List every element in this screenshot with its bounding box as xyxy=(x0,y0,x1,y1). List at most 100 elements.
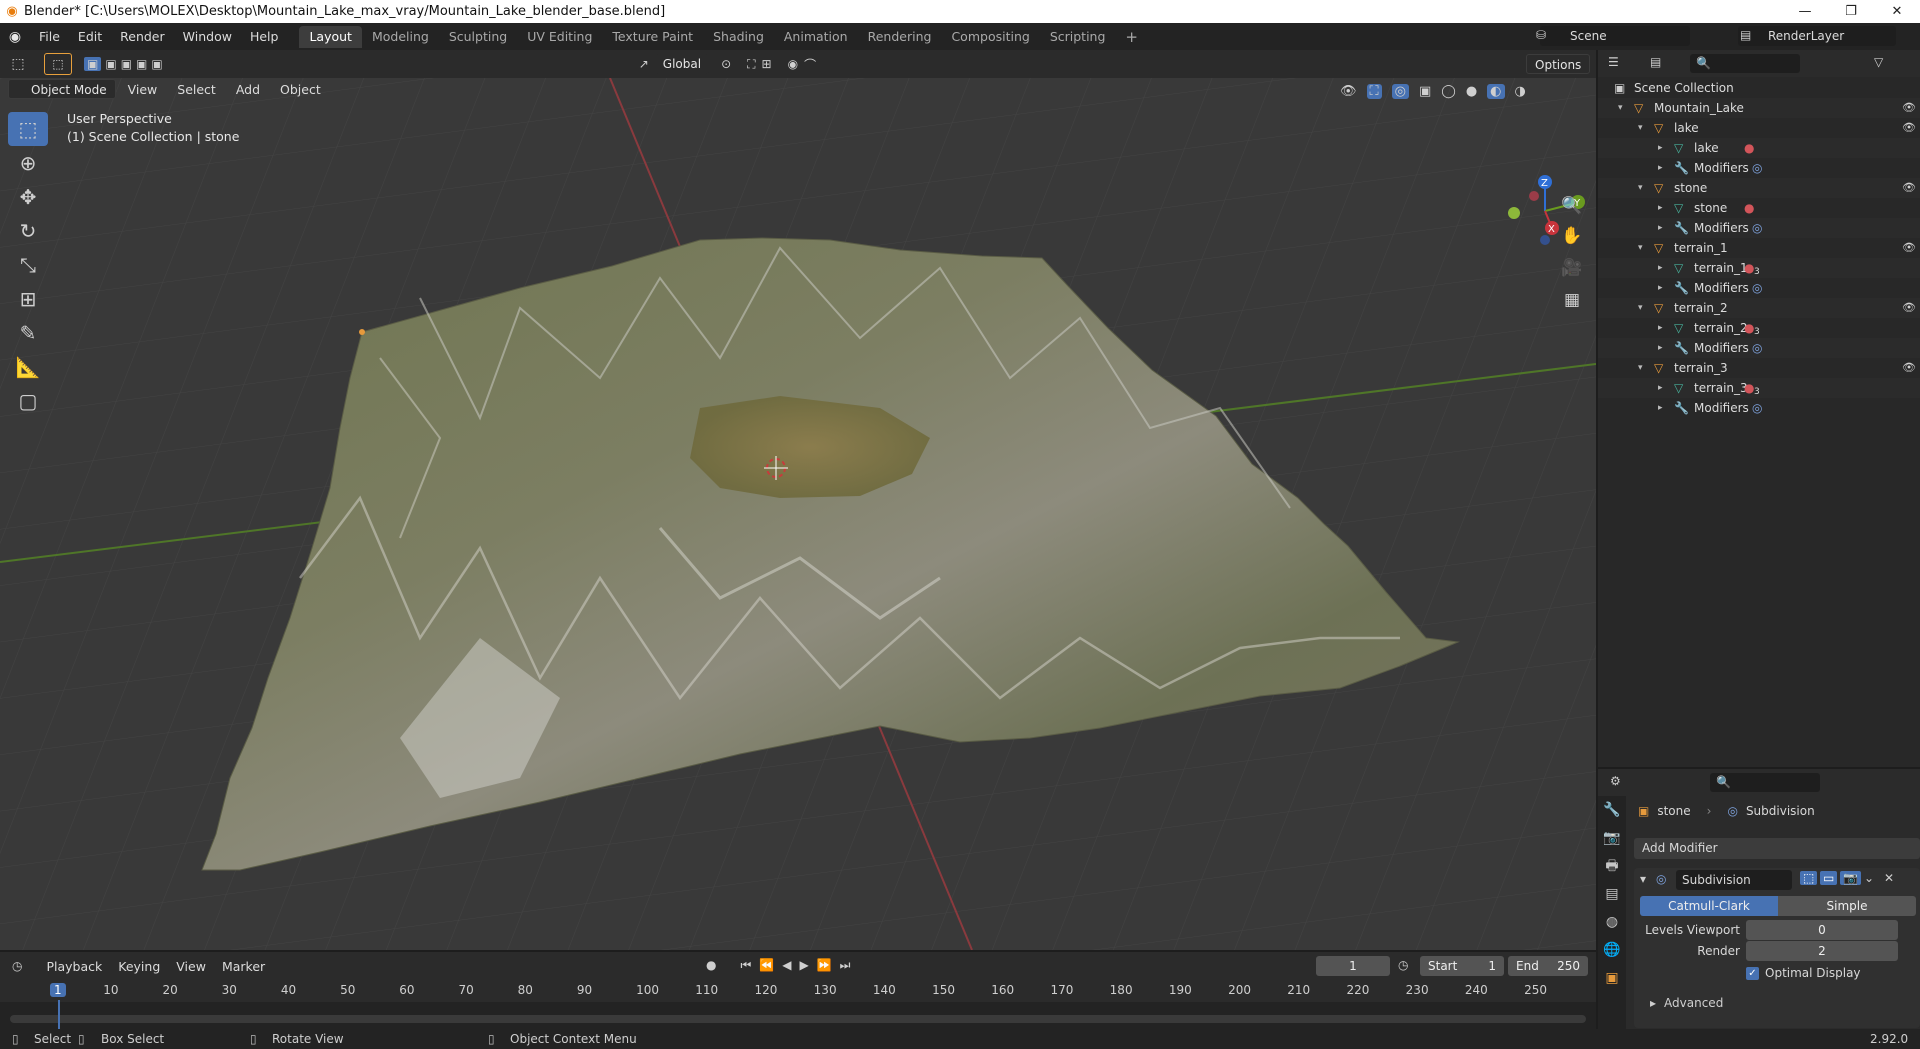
remove-modifier-icon[interactable]: ✕ xyxy=(1884,871,1894,885)
mode-invert-icon[interactable]: ▣ xyxy=(136,57,147,71)
gizmo-toggle-icon[interactable]: ⛶ xyxy=(1366,84,1382,99)
menu-add[interactable]: Add xyxy=(228,82,268,97)
mode-new-icon[interactable]: ▣ xyxy=(84,57,102,71)
expand-arrow-icon[interactable]: ▸ xyxy=(1658,258,1663,278)
scale-tool-icon[interactable]: ⤡ xyxy=(8,248,48,282)
modifier-type-icon[interactable]: ◎ xyxy=(1752,398,1762,418)
proportional-edit-icon[interactable]: ◉ xyxy=(788,57,798,71)
outliner-row[interactable]: ▸ ▽ stone ● xyxy=(1598,198,1920,218)
object-tab-icon[interactable]: ▣ xyxy=(1598,964,1626,992)
pan-hand-icon[interactable]: ✋ xyxy=(1555,226,1589,254)
expand-arrow-icon[interactable]: ▸ xyxy=(1658,398,1663,418)
viewport-toggle-icon[interactable]: ▭ xyxy=(1820,871,1838,885)
expand-arrow-icon[interactable]: ▸ xyxy=(1658,218,1663,238)
add-modifier-button[interactable]: Add Modifier xyxy=(1634,838,1920,859)
expand-arrow-icon[interactable]: ▸ xyxy=(1658,138,1663,158)
tab-sculpting[interactable]: Sculpting xyxy=(439,26,517,48)
current-frame-indicator[interactable]: 1 xyxy=(50,983,66,997)
menu-edit[interactable]: Edit xyxy=(69,29,111,44)
restore-button[interactable]: ❐ xyxy=(1828,0,1874,23)
expand-arrow-icon[interactable]: ▾ xyxy=(1638,298,1643,318)
expand-arrow-icon[interactable]: ▾ xyxy=(1638,238,1643,258)
start-frame-field[interactable]: Start 1 xyxy=(1420,956,1504,976)
tab-rendering[interactable]: Rendering xyxy=(858,26,942,48)
pivot-icon[interactable]: ⊙ xyxy=(721,57,731,71)
expand-arrow-icon[interactable]: ▸ xyxy=(1658,158,1663,178)
material-icon[interactable]: ● xyxy=(1744,138,1754,158)
filter-icon[interactable]: ▽ xyxy=(1874,55,1883,69)
outliner-row[interactable]: ▾ ▽ terrain_2 👁 xyxy=(1598,298,1920,318)
transform-tool-icon[interactable]: ⊞ xyxy=(8,282,48,316)
playhead-line[interactable] xyxy=(58,1000,60,1029)
snap-icon[interactable]: ⛶ xyxy=(747,57,755,72)
mode-subtract-icon[interactable]: ▣ xyxy=(121,57,132,71)
material-icon[interactable]: ● xyxy=(1744,378,1754,398)
rotate-tool-icon[interactable]: ↻ xyxy=(8,214,48,248)
panel-collapse-icon[interactable]: ▾ xyxy=(1640,872,1646,886)
visibility-eye-icon[interactable]: 👁 xyxy=(1902,298,1916,318)
modifier-type-icon[interactable]: ◎ xyxy=(1752,218,1762,238)
tab-texture-paint[interactable]: Texture Paint xyxy=(602,26,703,48)
expand-arrow-icon[interactable]: ▸ xyxy=(1658,278,1663,298)
edit-mode-toggle-icon[interactable]: ⬚ xyxy=(1800,871,1818,885)
outliner-row[interactable]: ▾ ▽ lake 👁 xyxy=(1598,118,1920,138)
outliner-row[interactable]: ▾ ▽ terrain_3 👁 xyxy=(1598,358,1920,378)
visibility-eye-icon[interactable]: 👁 xyxy=(1902,118,1916,138)
visibility-icon[interactable]: 👁 xyxy=(1340,84,1357,99)
expand-arrow-icon[interactable]: ▸ xyxy=(1658,198,1663,218)
select-tool-icon[interactable]: ⬚ xyxy=(44,53,72,75)
select-box-tool-icon[interactable]: ⬚ xyxy=(8,112,48,146)
ortho-toggle-icon[interactable]: ▦ xyxy=(1555,290,1589,318)
clock-icon[interactable]: ◷ xyxy=(1398,958,1408,972)
modifier-type-icon[interactable]: ◎ xyxy=(1752,278,1762,298)
menu-file[interactable]: File xyxy=(30,29,69,44)
outliner-row[interactable]: ▣ Scene Collection xyxy=(1598,78,1920,98)
catmull-clark-button[interactable]: Catmull-Clark xyxy=(1640,896,1778,916)
next-keyframe-icon[interactable]: ⏩ xyxy=(817,958,832,973)
properties-editor-icon[interactable]: ⚙ xyxy=(1610,774,1621,788)
outliner-row[interactable]: ▸ 🔧 Modifiers ◎ xyxy=(1598,218,1920,238)
measure-tool-icon[interactable]: 📐 xyxy=(8,350,48,384)
zoom-icon[interactable]: 🔍 xyxy=(1555,196,1589,224)
jump-end-icon[interactable]: ⏭ xyxy=(840,958,851,973)
record-icon[interactable]: ● xyxy=(706,958,716,973)
world-tab-icon[interactable]: 🌐 xyxy=(1598,936,1626,964)
solid-shading-icon[interactable]: ● xyxy=(1466,84,1477,99)
simple-button[interactable]: Simple xyxy=(1778,896,1916,916)
expand-arrow-icon[interactable]: ▾ xyxy=(1618,98,1623,118)
material-icon[interactable]: ● xyxy=(1744,198,1754,218)
xray-icon[interactable]: ▣ xyxy=(1419,84,1431,99)
end-frame-field[interactable]: End 250 xyxy=(1508,956,1588,976)
close-window-button[interactable]: ✕ xyxy=(1874,0,1920,23)
play-reverse-icon[interactable]: ◀ xyxy=(782,958,791,973)
snap-target-icon[interactable]: ⊞ xyxy=(762,57,772,71)
modifier-menu-icon[interactable]: ⌄ xyxy=(1864,871,1874,885)
properties-search-input[interactable]: 🔍 xyxy=(1710,773,1820,792)
tool-tab-icon[interactable]: 🔧 xyxy=(1598,796,1626,824)
wireframe-shading-icon[interactable]: ◯ xyxy=(1441,84,1456,99)
menu-help[interactable]: Help xyxy=(241,29,288,44)
timeline-area[interactable]: 1 10 20 30 40 50 60 70 80 90 100 110 120 130 140 150 160… xyxy=(0,980,1596,1029)
outliner-row[interactable]: ▸ 🔧 Modifiers ◎ xyxy=(1598,158,1920,178)
modifier-type-icon[interactable]: ◎ xyxy=(1752,158,1762,178)
output-tab-icon[interactable]: 🖶 xyxy=(1598,852,1626,880)
options-button[interactable]: Options xyxy=(1526,54,1591,74)
render-toggle-icon[interactable]: 📷 xyxy=(1840,871,1861,885)
tab-compositing[interactable]: Compositing xyxy=(941,26,1039,48)
timeline-editor-icon[interactable]: ◷ xyxy=(12,959,22,973)
outliner-row[interactable]: ▾ ▽ stone 👁 xyxy=(1598,178,1920,198)
add-workspace-button[interactable]: + xyxy=(1115,26,1148,48)
menu-marker[interactable]: Marker xyxy=(214,959,273,974)
scene-tab-icon[interactable]: ◍ xyxy=(1598,908,1626,936)
outliner-search-input[interactable]: 🔍 xyxy=(1690,54,1800,73)
rendered-shading-icon[interactable]: ◑ xyxy=(1515,84,1526,99)
material-icon[interactable]: ● xyxy=(1744,318,1754,338)
outliner-row[interactable]: ▸ 🔧 Modifiers ◎ xyxy=(1598,338,1920,358)
expand-arrow-icon[interactable]: ▸ xyxy=(1658,378,1663,398)
outliner-row[interactable]: ▾ ▽ Mountain_Lake 👁 xyxy=(1598,98,1920,118)
tab-modeling[interactable]: Modeling xyxy=(362,26,439,48)
outliner-row[interactable]: ▸ ▽ terrain_1 ● 3 xyxy=(1598,258,1920,278)
menu-object[interactable]: Object xyxy=(272,82,329,97)
transform-orientation-dropdown[interactable]: Global xyxy=(654,54,710,74)
visibility-eye-icon[interactable]: 👁 xyxy=(1902,238,1916,258)
